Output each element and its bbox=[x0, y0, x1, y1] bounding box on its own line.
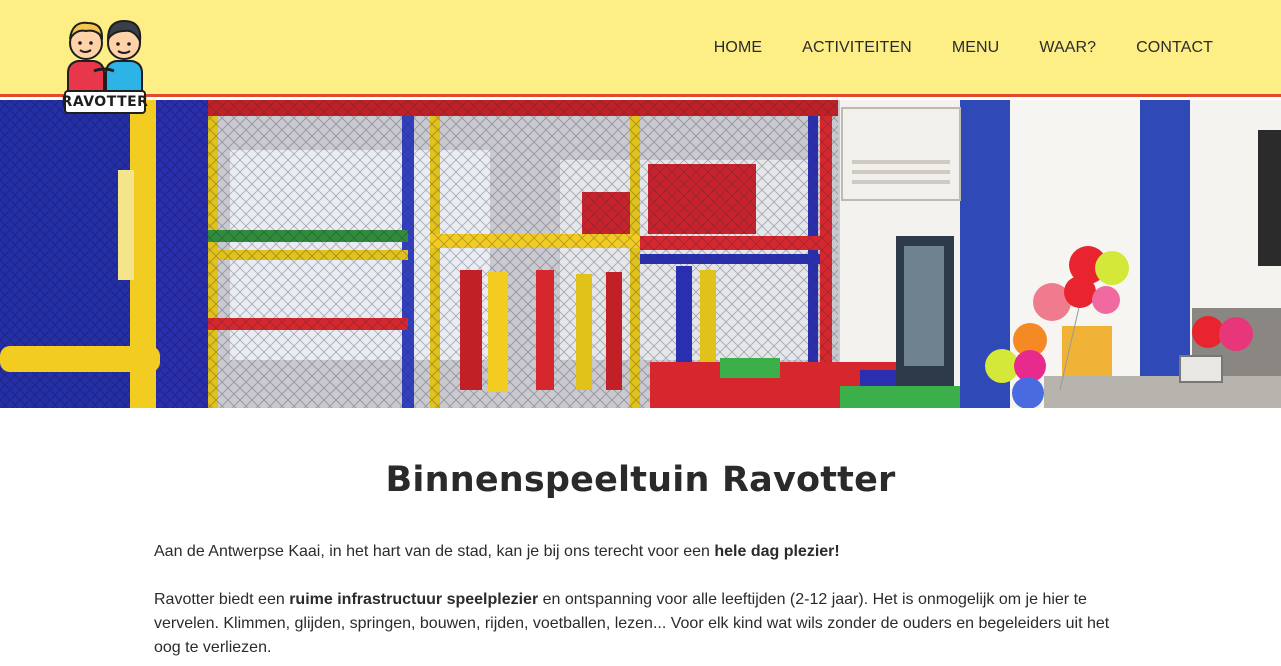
nav-menu[interactable]: MENU bbox=[932, 38, 1020, 58]
main-nav: HOME ACTIVITEITEN MENU WAAR? CONTACT bbox=[694, 38, 1233, 58]
playground-illustration bbox=[0, 100, 1281, 408]
hero-image bbox=[0, 100, 1281, 408]
nav-activiteiten[interactable]: ACTIVITEITEN bbox=[782, 38, 932, 58]
description-highlight: ruime infrastructuur speelplezier bbox=[289, 591, 539, 608]
description-paragraph: Ravotter biedt een ruime infrastructuur … bbox=[154, 588, 1124, 660]
site-header: RAVOTTER HOME ACTIVITEITEN MENU WAAR? CO… bbox=[0, 0, 1281, 114]
nav-home[interactable]: HOME bbox=[694, 38, 782, 58]
intro-paragraph: Aan de Antwerpse Kaai, in het hart van d… bbox=[154, 540, 1124, 564]
nav-waar[interactable]: WAAR? bbox=[1019, 38, 1116, 58]
logo-badge: RAVOTTER bbox=[61, 90, 149, 114]
kids-logo-icon bbox=[67, 19, 143, 92]
nav-contact[interactable]: CONTACT bbox=[1116, 38, 1233, 58]
logo-text: RAVOTTER bbox=[61, 94, 149, 110]
intro-text: Aan de Antwerpse Kaai, in het hart van d… bbox=[154, 543, 715, 560]
site-logo[interactable]: RAVOTTER bbox=[61, 15, 149, 114]
main-content: Binnenspeeltuin Ravotter Aan de Antwerps… bbox=[0, 408, 1281, 666]
intro-highlight: hele dag plezier! bbox=[714, 543, 840, 560]
description-text-start: Ravotter biedt een bbox=[154, 591, 290, 608]
page-title: Binnenspeeltuin Ravotter bbox=[385, 460, 896, 500]
